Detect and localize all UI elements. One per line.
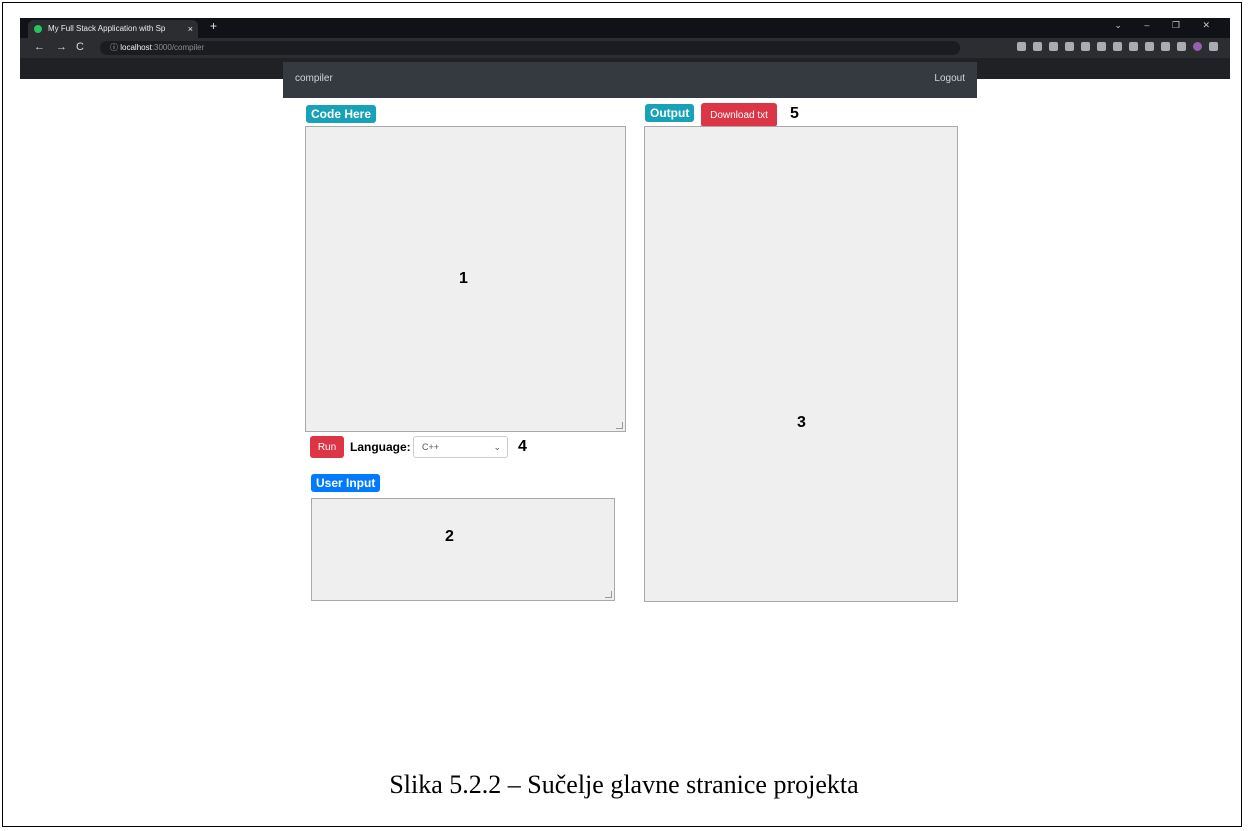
react-favicon-icon: [34, 25, 42, 33]
chevron-down-icon: ⌄: [493, 442, 501, 452]
language-value: C++: [422, 442, 440, 452]
extension-icon[interactable]: [1097, 42, 1106, 51]
forward-icon[interactable]: →: [56, 41, 67, 53]
extension-icon[interactable]: [1129, 42, 1138, 51]
user-input-label: User Input: [311, 474, 381, 492]
marker-4: 4: [518, 438, 527, 455]
reload-icon[interactable]: C: [76, 41, 84, 53]
marker-3: 3: [797, 414, 806, 431]
language-select[interactable]: C++ ⌄: [413, 436, 508, 458]
new-tab-button[interactable]: +: [210, 19, 217, 33]
extension-icon[interactable]: [1113, 42, 1122, 51]
run-button[interactable]: Run: [310, 436, 344, 458]
user-input-textarea[interactable]: [311, 498, 615, 601]
address-bar[interactable]: ⓘ localhost:3000/compiler: [100, 41, 960, 55]
download-txt-button[interactable]: Download txt: [701, 103, 777, 127]
extension-icon[interactable]: [1081, 42, 1090, 51]
key-icon[interactable]: [1017, 42, 1026, 51]
close-tab-icon[interactable]: ×: [188, 20, 193, 38]
app-navbar: compiler Logout: [283, 62, 977, 98]
back-icon[interactable]: ←: [34, 41, 45, 53]
share-icon[interactable]: [1033, 42, 1042, 51]
figure-caption: Slika 5.2.2 – Sučelje glavne stranice pr…: [389, 770, 859, 799]
language-label: Language:: [350, 440, 411, 454]
code-here-label: Code Here: [306, 105, 377, 123]
navbar-brand[interactable]: compiler: [295, 73, 333, 84]
extension-icon[interactable]: [1065, 42, 1074, 51]
window-controls[interactable]: ⌄ – ❐ ✕: [1114, 20, 1220, 31]
address-row: ← → C ⓘ localhost:3000/compiler: [20, 38, 1230, 58]
logout-link[interactable]: Logout: [934, 73, 965, 84]
tab-title: My Full Stack Application with Sp: [48, 24, 166, 33]
marker-5: 5: [790, 105, 799, 122]
toolbar-icons: [1017, 42, 1218, 51]
url-host: localhost: [120, 43, 152, 52]
resize-handle-icon[interactable]: [616, 422, 623, 429]
profile-avatar-icon[interactable]: [1193, 42, 1202, 51]
extension-icon[interactable]: [1145, 42, 1154, 51]
url-path: :3000/compiler: [151, 43, 205, 52]
star-icon[interactable]: [1049, 42, 1058, 51]
sidepanel-icon[interactable]: [1177, 42, 1186, 51]
resize-handle-icon[interactable]: [605, 591, 612, 598]
output-label: Output: [645, 104, 695, 122]
output-area: [644, 126, 958, 602]
menu-icon[interactable]: [1209, 42, 1218, 51]
tab-bar: My Full Stack Application with Sp × + ⌄ …: [20, 18, 1230, 38]
puzzle-icon[interactable]: [1161, 42, 1170, 51]
browser-tab[interactable]: My Full Stack Application with Sp ×: [28, 20, 198, 38]
site-info-icon[interactable]: ⓘ: [110, 43, 118, 52]
marker-1: 1: [459, 270, 468, 287]
marker-2: 2: [445, 528, 454, 545]
